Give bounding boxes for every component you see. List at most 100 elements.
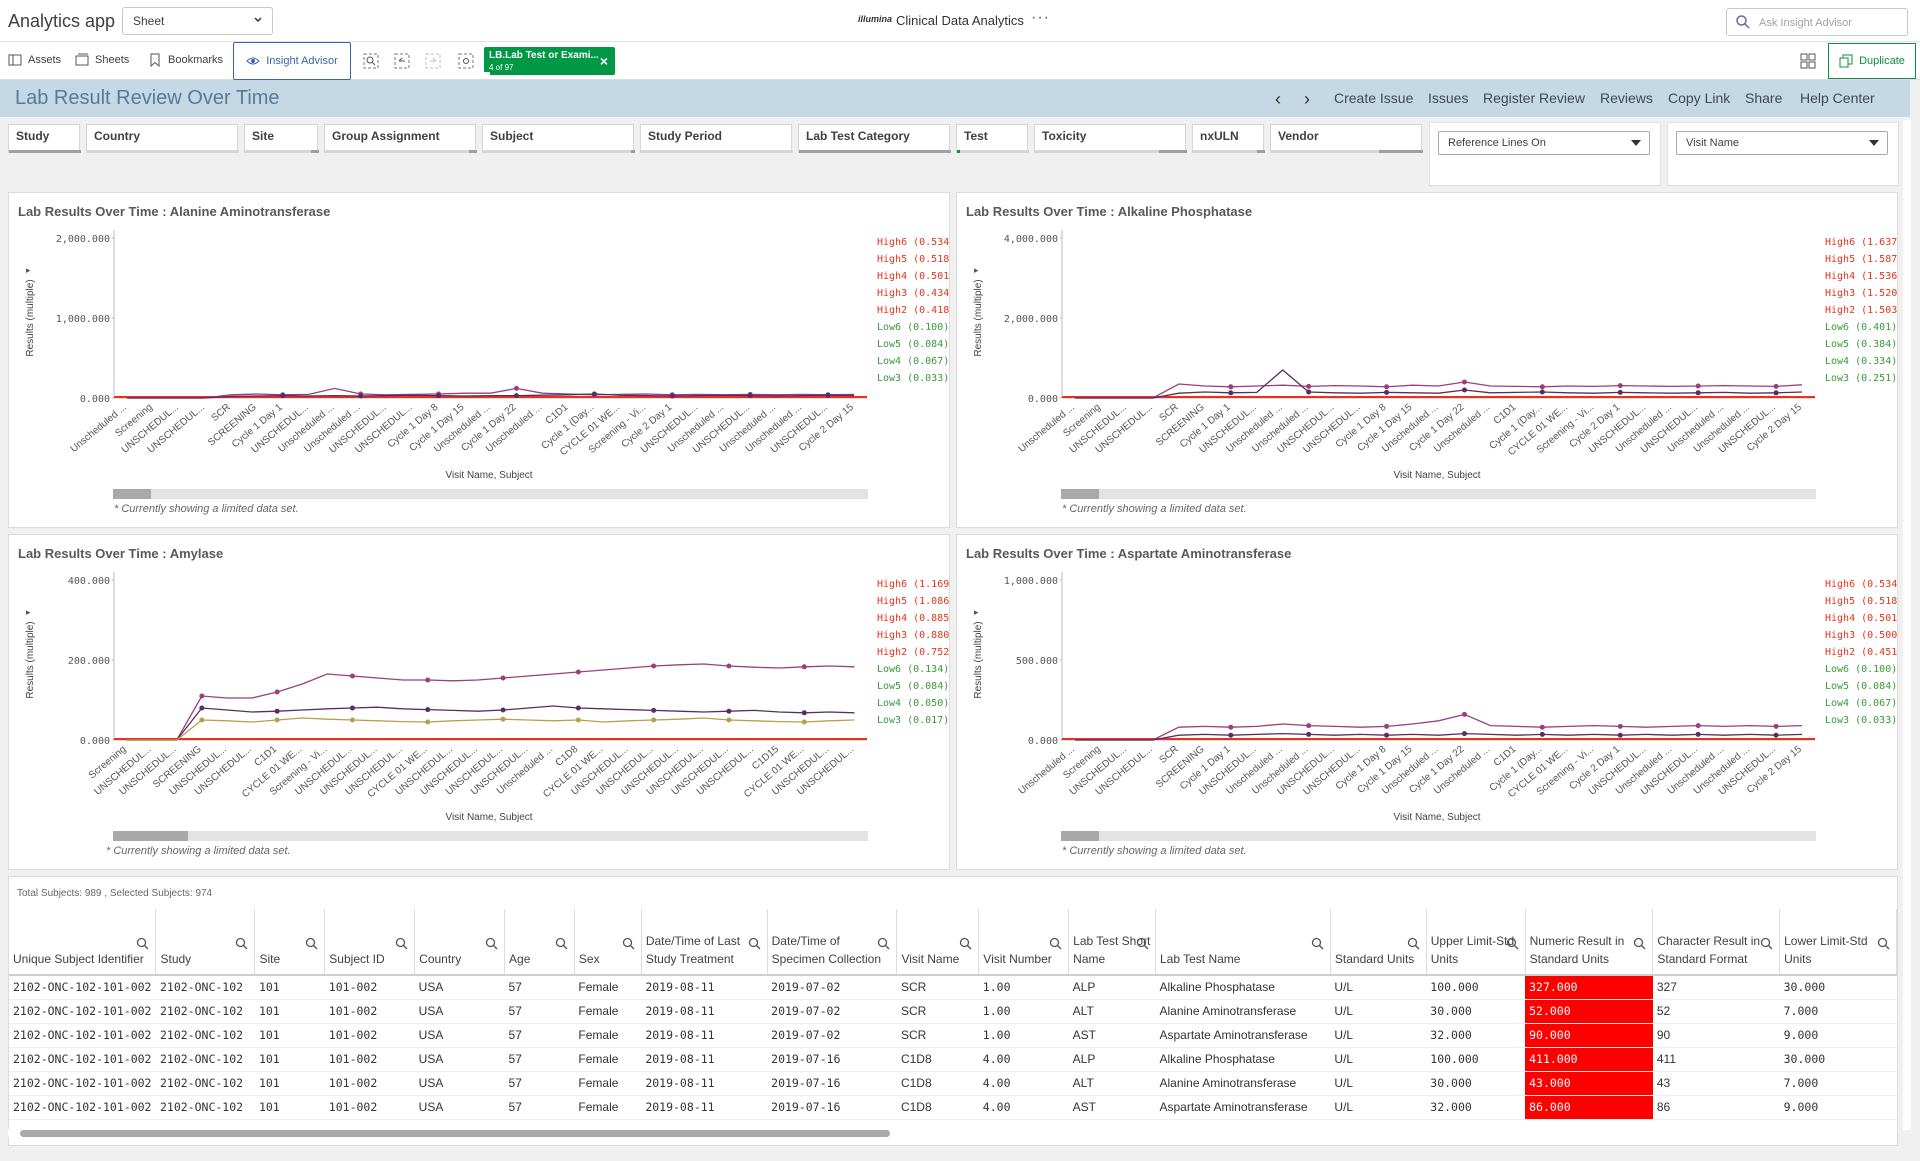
data-point[interactable] bbox=[1773, 383, 1779, 389]
data-point[interactable] bbox=[274, 717, 280, 723]
data-point[interactable] bbox=[1773, 732, 1779, 738]
chart-scroll-track[interactable] bbox=[1061, 489, 1816, 499]
column-header[interactable]: Age bbox=[504, 909, 575, 976]
data-point[interactable] bbox=[436, 393, 442, 399]
filter-test[interactable]: Test bbox=[956, 124, 1029, 153]
reviews-link[interactable]: Reviews bbox=[1600, 90, 1653, 106]
data-point[interactable] bbox=[1695, 390, 1701, 396]
data-point[interactable] bbox=[1384, 384, 1390, 390]
column-header[interactable]: Lab Test Short Name bbox=[1068, 909, 1156, 976]
series-line[interactable] bbox=[126, 717, 855, 741]
previous-sheet-icon[interactable]: ‹ bbox=[1275, 89, 1281, 110]
selection-chip[interactable]: LB.Lab Test or Exami... 4 of 97 × bbox=[484, 47, 615, 75]
data-point[interactable] bbox=[1617, 723, 1623, 729]
data-point[interactable] bbox=[1384, 732, 1390, 738]
data-point[interactable] bbox=[1306, 383, 1312, 389]
column-search-icon[interactable] bbox=[1049, 937, 1062, 950]
line-chart-alp[interactable]: 4,000.000 2,000.000 0.000 Results (multiple… bbox=[957, 193, 1899, 529]
vertical-scrollbar[interactable] bbox=[1903, 120, 1911, 1130]
create-issue-link[interactable]: Create Issue bbox=[1334, 90, 1413, 106]
column-search-icon[interactable] bbox=[235, 937, 248, 950]
data-point[interactable] bbox=[1384, 389, 1390, 395]
column-header[interactable]: Numeric Result in Standard Units bbox=[1525, 909, 1654, 976]
data-point[interactable] bbox=[1306, 731, 1312, 737]
column-search-icon[interactable] bbox=[959, 937, 972, 950]
data-point[interactable] bbox=[1695, 723, 1701, 729]
data-point[interactable] bbox=[1461, 711, 1467, 717]
table-row[interactable]: 2102-ONC-102-101-002 2102-ONC-102 101 101-0… bbox=[9, 1023, 1897, 1048]
assets-button[interactable]: Assets bbox=[8, 53, 61, 67]
column-search-icon[interactable] bbox=[555, 937, 568, 950]
data-point[interactable] bbox=[1228, 732, 1234, 738]
data-point[interactable] bbox=[575, 717, 581, 723]
data-point[interactable] bbox=[591, 391, 597, 397]
help-center-link[interactable]: Help Center bbox=[1800, 90, 1875, 106]
data-point[interactable] bbox=[726, 717, 732, 723]
data-point[interactable] bbox=[1617, 383, 1623, 389]
column-search-icon[interactable] bbox=[622, 937, 635, 950]
data-point[interactable] bbox=[1461, 387, 1467, 393]
column-search-icon[interactable] bbox=[1633, 937, 1646, 950]
data-point[interactable] bbox=[280, 393, 286, 399]
column-search-icon[interactable] bbox=[1506, 937, 1519, 950]
selection-step-forward-icon[interactable] bbox=[424, 52, 442, 70]
column-search-icon[interactable] bbox=[748, 937, 761, 950]
chart-scroll-thumb[interactable] bbox=[113, 831, 188, 841]
data-point[interactable] bbox=[651, 663, 657, 669]
column-search-icon[interactable] bbox=[395, 937, 408, 950]
chart-scroll-track[interactable] bbox=[113, 489, 868, 499]
sheet-select[interactable]: Sheet bbox=[122, 7, 273, 35]
duplicate-button[interactable]: Duplicate bbox=[1828, 43, 1916, 79]
expand-arrow-icon[interactable]: ▸ bbox=[26, 265, 31, 275]
data-point[interactable] bbox=[651, 707, 657, 713]
data-point[interactable] bbox=[500, 707, 506, 713]
reference-lines-dropdown[interactable]: Reference Lines On bbox=[1438, 131, 1650, 155]
data-point[interactable] bbox=[349, 705, 355, 711]
data-point[interactable] bbox=[747, 393, 753, 399]
selection-step-back-icon[interactable] bbox=[393, 52, 411, 70]
column-header[interactable]: Sex bbox=[574, 909, 642, 976]
data-point[interactable] bbox=[274, 708, 280, 714]
column-search-icon[interactable] bbox=[1877, 937, 1890, 950]
column-header[interactable]: Site bbox=[254, 909, 326, 976]
data-point[interactable] bbox=[575, 705, 581, 711]
data-point[interactable] bbox=[500, 716, 506, 722]
table-row[interactable]: 2102-ONC-102-101-002 2102-ONC-102 101 101-0… bbox=[9, 1095, 1897, 1120]
data-point[interactable] bbox=[425, 677, 431, 683]
column-search-icon[interactable] bbox=[1311, 937, 1324, 950]
copy-link-link[interactable]: Copy Link bbox=[1668, 90, 1730, 106]
column-header[interactable]: Country bbox=[414, 909, 506, 976]
column-header[interactable]: Study bbox=[155, 909, 256, 976]
data-point[interactable] bbox=[801, 719, 807, 725]
clear-selections-icon[interactable] bbox=[457, 52, 475, 70]
table-row[interactable]: 2102-ONC-102-101-002 2102-ONC-102 101 101-0… bbox=[9, 1071, 1897, 1096]
insight-advisor-button[interactable]: Insight Advisor bbox=[233, 42, 351, 80]
grid-view-icon[interactable] bbox=[1800, 53, 1816, 69]
data-point[interactable] bbox=[349, 673, 355, 679]
column-header[interactable]: Lower Limit-Std Units bbox=[1779, 909, 1897, 976]
data-point[interactable] bbox=[425, 707, 431, 713]
sheets-button[interactable]: Sheets bbox=[75, 53, 129, 67]
column-header[interactable]: Standard Units bbox=[1330, 909, 1427, 976]
data-point[interactable] bbox=[425, 719, 431, 725]
issues-link[interactable]: Issues bbox=[1428, 90, 1468, 106]
column-search-icon[interactable] bbox=[136, 937, 149, 950]
column-header[interactable]: Lab Test Name bbox=[1155, 909, 1331, 976]
filter-study-period[interactable]: Study Period bbox=[640, 124, 793, 153]
expand-arrow-icon[interactable]: ▸ bbox=[974, 265, 979, 275]
data-point[interactable] bbox=[1695, 731, 1701, 737]
data-point[interactable] bbox=[801, 664, 807, 670]
bookmarks-button[interactable]: Bookmarks bbox=[148, 53, 223, 67]
chart-scroll-track[interactable] bbox=[1061, 831, 1816, 841]
data-point[interactable] bbox=[274, 689, 280, 695]
series-line[interactable] bbox=[126, 705, 855, 741]
smart-search-icon[interactable] bbox=[362, 52, 380, 70]
filter-group-assignment[interactable]: Group Assignment bbox=[324, 124, 477, 153]
column-search-icon[interactable] bbox=[1760, 937, 1773, 950]
close-icon[interactable]: × bbox=[600, 53, 608, 69]
data-point[interactable] bbox=[199, 717, 205, 723]
filter-country[interactable]: Country bbox=[86, 124, 239, 153]
expand-arrow-icon[interactable]: ▸ bbox=[974, 607, 979, 617]
data-point[interactable] bbox=[1306, 389, 1312, 395]
series-line[interactable] bbox=[1074, 381, 1803, 399]
